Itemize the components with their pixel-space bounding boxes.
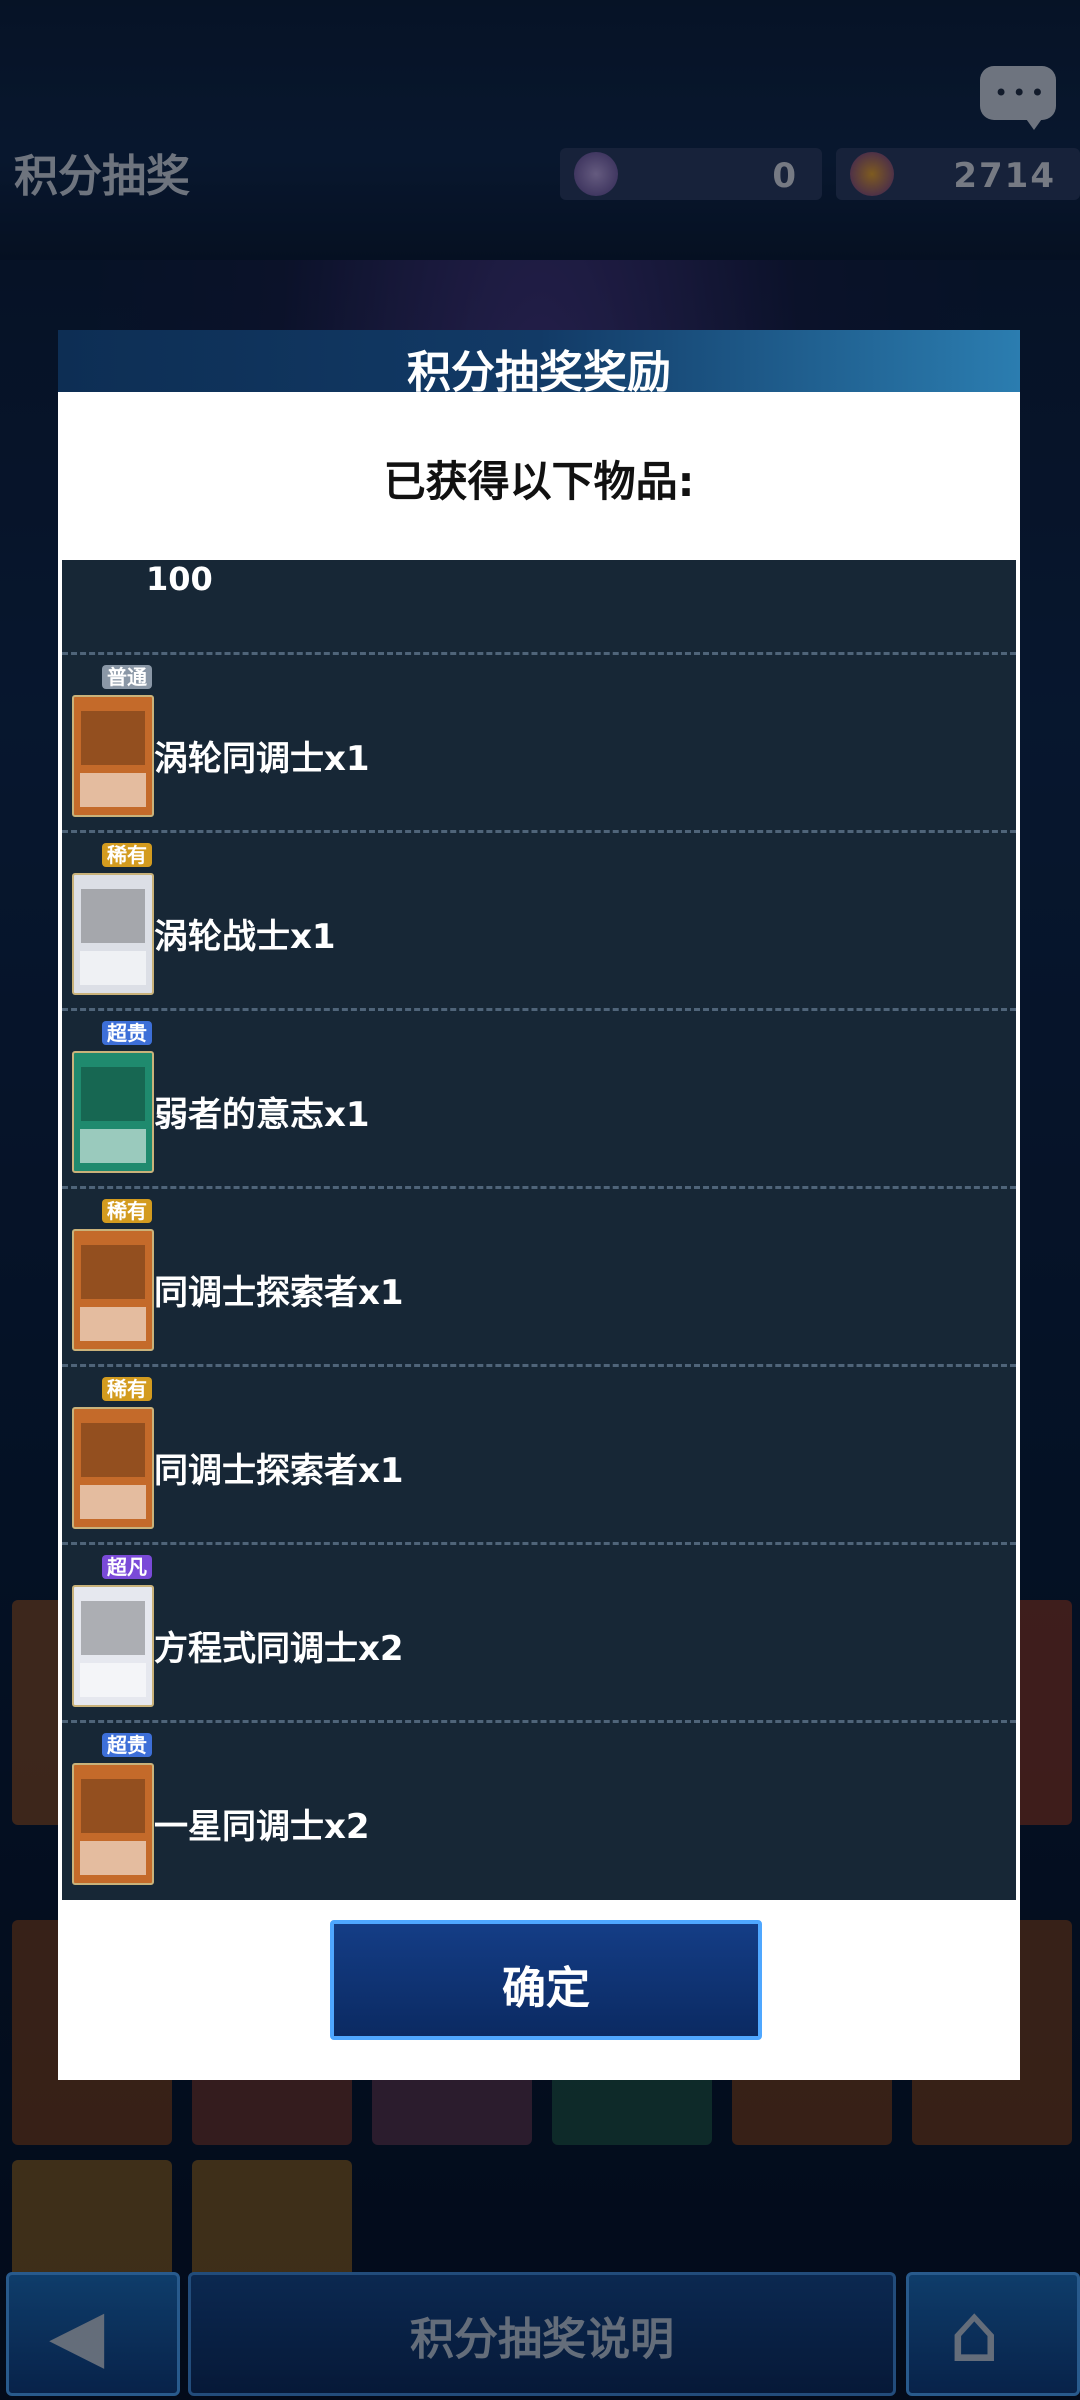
rarity-badge: 稀有 <box>102 1199 152 1223</box>
card-thumbnail <box>72 1229 154 1351</box>
list-item: 超贵 一星同调士x2 <box>62 1720 1016 1900</box>
item-name: 同调士探索者x1 <box>154 1451 404 1491</box>
list-item: 超凡 方程式同调士x2 <box>62 1542 1016 1723</box>
item-name: 一星同调士x2 <box>154 1807 370 1847</box>
item-name: 涡轮同调士x1 <box>154 739 370 779</box>
list-item: 稀有 同调士探索者x1 <box>62 1364 1016 1545</box>
list-item: 稀有 涡轮战士x1 <box>62 830 1016 1011</box>
list-item: 超贵 弱者的意志x1 <box>62 1008 1016 1189</box>
confirm-label: 确定 <box>502 1963 590 2014</box>
partial-item-amount: 100 <box>146 560 213 598</box>
card-thumbnail <box>72 1585 154 1707</box>
dialog-header: 积分抽奖奖励 <box>58 330 1020 398</box>
dialog-subtitle: 已获得以下物品: <box>383 457 695 506</box>
reward-dialog: 积分抽奖奖励 已获得以下物品: 100 普通 涡轮同调士x1 稀有 涡轮战士x1… <box>58 330 1020 2080</box>
list-item: 稀有 同调士探索者x1 <box>62 1186 1016 1367</box>
list-item: 普通 涡轮同调士x1 <box>62 652 1016 833</box>
dialog-title: 积分抽奖奖励 <box>407 347 671 398</box>
rarity-badge: 稀有 <box>102 843 152 867</box>
reward-list[interactable]: 100 普通 涡轮同调士x1 稀有 涡轮战士x1 超贵 弱者的意志x1 稀有 同… <box>62 560 1016 1900</box>
rarity-badge: 超贵 <box>102 1021 152 1045</box>
confirm-button[interactable]: 确定 <box>330 1920 762 2040</box>
rarity-badge: 超贵 <box>102 1733 152 1757</box>
rarity-badge: 超凡 <box>102 1555 152 1579</box>
item-name: 同调士探索者x1 <box>154 1273 404 1313</box>
card-thumbnail <box>72 695 154 817</box>
item-name: 涡轮战士x1 <box>154 917 336 957</box>
card-thumbnail <box>72 873 154 995</box>
item-name: 方程式同调士x2 <box>154 1629 404 1669</box>
item-name: 弱者的意志x1 <box>154 1095 370 1135</box>
rarity-badge: 普通 <box>102 665 152 689</box>
card-thumbnail <box>72 1407 154 1529</box>
card-thumbnail <box>72 1763 154 1885</box>
rarity-badge: 稀有 <box>102 1377 152 1401</box>
card-thumbnail <box>72 1051 154 1173</box>
